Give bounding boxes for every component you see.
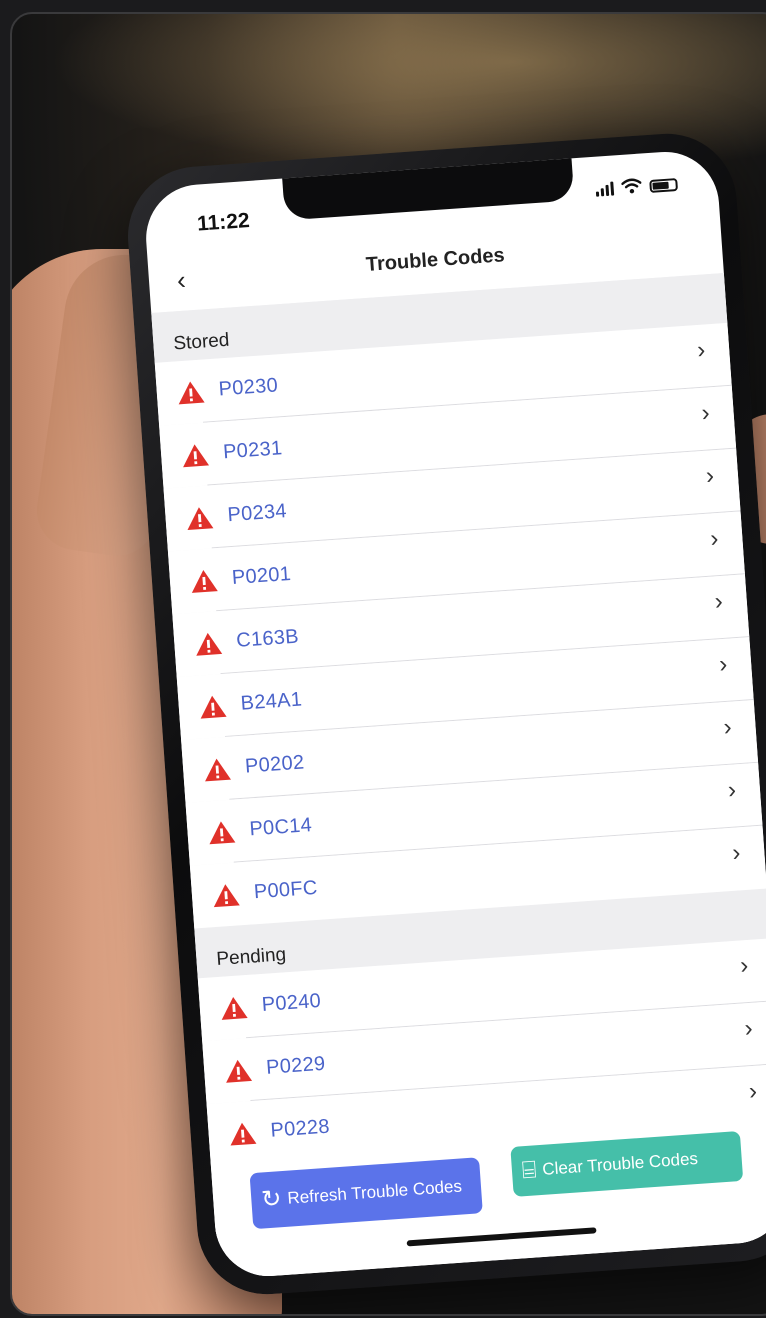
cellular-signal-icon [595,180,615,197]
trouble-code-label: C163B [235,625,300,652]
trouble-code-label: P0231 [222,437,284,464]
warning-triangle-icon [205,758,231,781]
status-icons [595,175,679,197]
warning-triangle-icon [221,996,248,1020]
chevron-right-icon: › [727,776,737,804]
chevron-right-icon: › [696,336,707,365]
warning-triangle-icon [230,1122,257,1146]
photo-frame: 11:22 ‹ Trouble Codes Stored P0230 › P02… [10,12,766,1316]
trouble-code-label: P0C14 [248,814,313,841]
refresh-button-label: Refresh Trouble Codes [286,1176,463,1208]
stored-list: P0230 › P0231 › P0234 › P0201 › C163B › B24A1 › P020… [154,322,766,929]
trouble-code-label: P0202 [244,751,306,778]
phone-screen: 11:22 ‹ Trouble Codes Stored P0230 › P02… [142,148,766,1280]
clear-trouble-codes-button[interactable]: ⌸ Clear Trouble Codes [510,1130,744,1197]
chevron-right-icon: › [700,399,711,427]
warning-triangle-icon [178,381,205,404]
status-time: 11:22 [196,208,251,236]
warning-triangle-icon [187,506,214,530]
warning-triangle-icon [226,1059,253,1083]
chevron-right-icon: › [722,713,733,742]
wifi-icon [621,178,642,194]
broom-icon: ⌸ [521,1156,538,1185]
warning-triangle-icon [209,820,236,844]
warning-triangle-icon [213,883,240,907]
chevron-right-icon: › [713,587,724,616]
trouble-code-label: P0240 [261,989,322,1016]
home-indicator[interactable] [406,1227,597,1247]
warning-triangle-icon [191,569,218,593]
trouble-code-label: P0234 [226,500,288,527]
chevron-right-icon: › [731,839,742,867]
phone: 11:22 ‹ Trouble Codes Stored P0230 › P02… [123,129,766,1299]
trouble-code-label: P0230 [217,374,279,401]
trouble-code-label: P0228 [269,1115,331,1142]
battery-icon [649,178,679,193]
trouble-code-label: B24A1 [239,688,303,715]
refresh-trouble-codes-button[interactable]: ↻ Refresh Trouble Codes [249,1157,483,1230]
trouble-code-label: P00FC [253,876,319,904]
trouble-code-label: P0201 [231,562,292,590]
chevron-right-icon: › [739,952,750,980]
clear-button-label: Clear Trouble Codes [541,1148,699,1179]
refresh-icon: ↻ [260,1185,283,1214]
warning-triangle-icon [200,695,227,719]
warning-triangle-icon [196,632,223,656]
chevron-right-icon: › [748,1077,758,1106]
chevron-right-icon: › [718,650,729,679]
trouble-code-label: P0229 [265,1052,327,1079]
warning-triangle-icon [183,443,209,467]
chevron-right-icon: › [709,525,720,553]
chevron-right-icon: › [743,1014,754,1043]
chevron-right-icon: › [705,462,715,490]
